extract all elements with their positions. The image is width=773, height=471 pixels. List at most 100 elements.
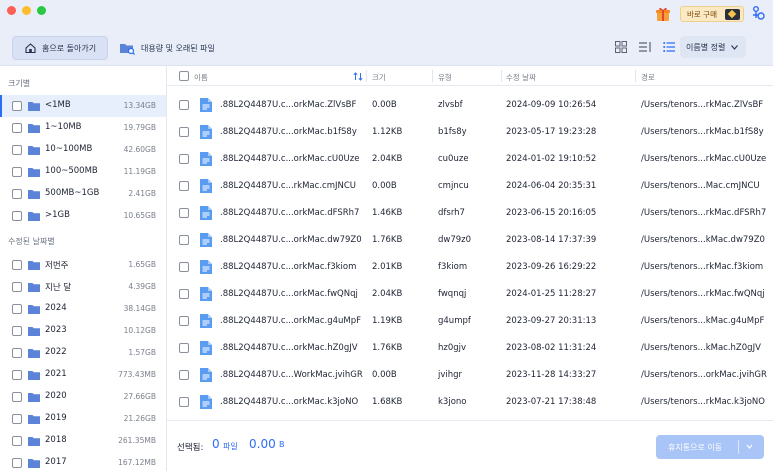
filter-checkbox[interactable] [12,123,22,133]
column-path[interactable]: 경로 [641,72,655,83]
table-row[interactable]: .88L2Q4487U.c...orkMac.b1fS8y 1.12KB b1fs8… [167,119,773,146]
size-filter-item[interactable]: >1GB 10.65GB [0,205,166,227]
folder-icon [28,326,40,336]
file-date: 2023-05-17 19:23:28 [506,127,597,137]
chevron-down-icon[interactable] [746,441,753,452]
file-path: /Users/tenors...rkMac.cU0Uze [641,154,767,164]
minimize-window-button[interactable] [22,6,31,15]
file-name: .88L2Q4487U.c...orkMac.fwQNqj [220,289,358,299]
table-row[interactable]: .88L2Q4487U.c...orkMac.hZ0gJV 1.76KB hz0gj… [167,335,773,362]
close-window-button[interactable] [7,6,16,15]
selected-size-unit: B [279,440,285,449]
row-checkbox[interactable] [179,235,189,245]
table-row[interactable]: .88L2Q4487U.c...orkMac.fwQNqj 2.04KB fwqnq… [167,281,773,308]
folder-icon [28,304,40,314]
size-filter-item[interactable]: 10~100MB 42.60GB [0,139,166,161]
account-icon[interactable] [750,5,766,21]
date-filter-item[interactable]: 2017 167.12MB [0,452,166,471]
gift-icon[interactable] [655,6,671,22]
date-filter-item[interactable]: 2019 21.26GB [0,408,166,430]
filter-checkbox[interactable] [12,304,22,314]
column-date[interactable]: 수정 날짜 [506,72,536,83]
filter-checkbox[interactable] [12,348,22,358]
folder-icon [28,101,40,111]
size-filter-item[interactable]: 500MB~1GB 2.41GB [0,183,166,205]
filter-label: 2019 [45,413,67,423]
filter-checkbox[interactable] [12,282,22,292]
view-mode-switch [614,40,676,54]
size-filter-item[interactable]: <1MB 13.34GB [0,95,166,117]
row-checkbox[interactable] [179,370,189,380]
buy-now-button[interactable]: 바로 구매 [680,6,744,22]
row-checkbox[interactable] [179,316,189,326]
filter-size: 4.39GB [128,282,156,291]
row-checkbox[interactable] [179,397,189,407]
sort-arrows-icon[interactable] [353,72,363,81]
table-row[interactable]: .88L2Q4487U.c...rkMac.cmJNCU 0.00B cmjncu 2… [167,173,773,200]
table-row[interactable]: .88L2Q4487U.c...orkMac.ZlVsBF 0.00B zlvsbf… [167,92,773,119]
filter-checkbox[interactable] [12,458,22,468]
row-checkbox[interactable] [179,127,189,137]
column-size[interactable]: 크기 [372,72,386,83]
filter-label: <1MB [45,100,71,110]
date-filter-item[interactable]: 2024 38.14GB [0,298,166,320]
sort-dropdown[interactable]: 이름별 정렬 [680,36,746,58]
filter-size: 42.60GB [123,145,156,154]
filter-checkbox[interactable] [12,189,22,199]
file-type: k3jono [438,397,467,407]
filter-checkbox[interactable] [12,436,22,446]
table-row[interactable]: .88L2Q4487U.c...WorkMac.jvihGR 0.00B jvihg… [167,362,773,389]
row-checkbox[interactable] [179,289,189,299]
filter-checkbox[interactable] [12,370,22,380]
filter-checkbox[interactable] [12,326,22,336]
filter-checkbox[interactable] [12,101,22,111]
date-filter-item[interactable]: 2023 10.12GB [0,320,166,342]
file-size: 1.76KB [372,235,403,245]
size-filter-item[interactable]: 100~500MB 11.19GB [0,161,166,183]
zoom-window-button[interactable] [37,6,46,15]
row-checkbox[interactable] [179,262,189,272]
filter-checkbox[interactable] [12,211,22,221]
compact-list-icon[interactable] [638,40,652,54]
select-all-checkbox[interactable] [179,71,189,81]
row-checkbox[interactable] [179,100,189,110]
date-filter-item[interactable]: 2022 1.57GB [0,342,166,364]
file-date: 2024-01-25 11:28:27 [506,289,597,299]
sidebar: 크기별 <1MB 13.34GB 1~10MB 19.79GB 10~100MB 42.6… [0,66,167,471]
table-row[interactable]: .88L2Q4487U.c...orkMac.dw79Z0 1.76KB dw79z… [167,227,773,254]
date-filter-item[interactable]: 저번주 1.65GB [0,254,166,276]
footer: 선택됨: 0 파일 0.00 B 휴지통으로 이동 [167,420,773,471]
column-type[interactable]: 유형 [438,72,452,83]
size-filter-item[interactable]: 1~10MB 19.79GB [0,117,166,139]
file-type: g4umpf [438,316,471,326]
row-checkbox[interactable] [179,343,189,353]
date-filter-item[interactable]: 2020 27.66GB [0,386,166,408]
filter-checkbox[interactable] [12,414,22,424]
file-path: /Users/tenors...rkMac.b1fS8y [641,127,764,137]
table-row[interactable]: .88L2Q4487U.c...orkMac.f3kiom 2.01KB f3kio… [167,254,773,281]
filter-checkbox[interactable] [12,260,22,270]
move-to-trash-button[interactable]: 휴지통으로 이동 [656,435,764,459]
row-checkbox[interactable] [179,154,189,164]
file-name: .88L2Q4487U.c...orkMac.b1fS8y [220,127,357,137]
table-row[interactable]: .88L2Q4487U.c...orkMac.k3joNO 1.68KB k3jon… [167,389,773,416]
column-name[interactable]: 이름 [194,72,208,83]
table-row[interactable]: .88L2Q4487U.c...orkMac.dFSRh7 1.46KB dfsrh… [167,200,773,227]
row-checkbox[interactable] [179,181,189,191]
filter-checkbox[interactable] [12,145,22,155]
list-view-icon[interactable] [662,40,676,54]
row-checkbox[interactable] [179,208,189,218]
grid-view-icon[interactable] [614,40,628,54]
file-size: 1.68KB [372,397,403,407]
folder-icon [28,145,40,155]
table-row[interactable]: .88L2Q4487U.c...orkMac.g4uMpF 1.19KB g4ump… [167,308,773,335]
filter-checkbox[interactable] [12,167,22,177]
file-type: fwqnqj [438,289,467,299]
date-filter-item[interactable]: 2018 261.35MB [0,430,166,452]
date-filter-item[interactable]: 지난 달 4.39GB [0,276,166,298]
filter-checkbox[interactable] [12,392,22,402]
folder-icon [28,167,40,177]
table-row[interactable]: .88L2Q4487U.c...orkMac.cU0Uze 2.04KB cu0uz… [167,146,773,173]
home-button[interactable]: 홈으로 돌아가기 [12,36,108,60]
date-filter-item[interactable]: 2021 773.43MB [0,364,166,386]
